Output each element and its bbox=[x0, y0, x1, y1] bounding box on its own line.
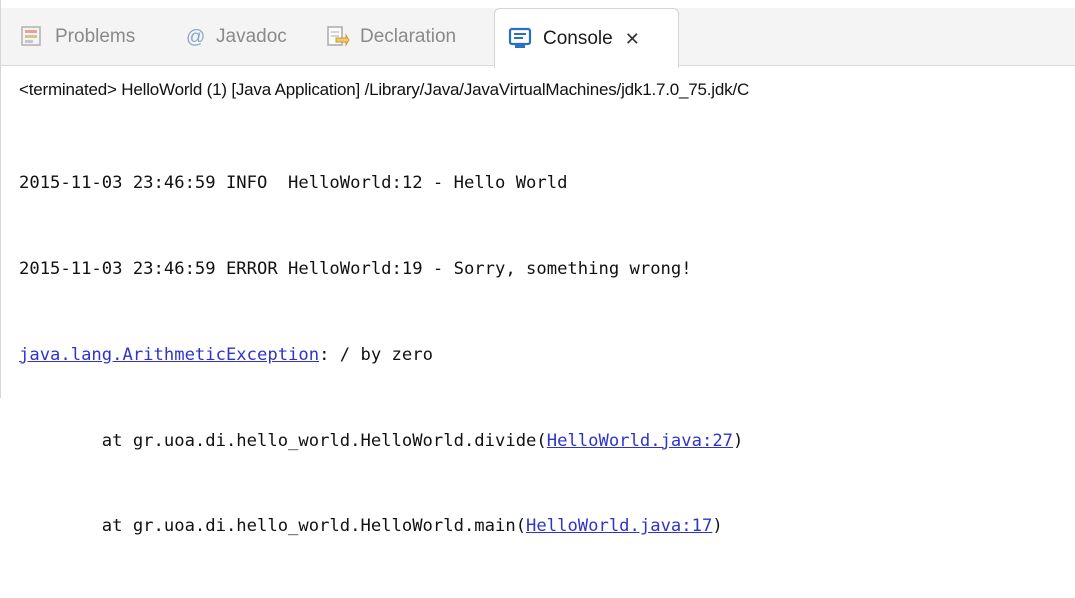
console-line: 2015-11-03 23:46:59 INFO HelloWorld:12 -… bbox=[19, 173, 568, 194]
tab-console-label: Console bbox=[543, 27, 613, 49]
tab-javadoc[interactable]: @ Javadoc bbox=[184, 8, 287, 66]
view-tab-bar: Problems @ Javadoc Declaration Console ✕ bbox=[1, 8, 1075, 68]
source-link[interactable]: HelloWorld.java:27 bbox=[547, 431, 733, 451]
close-icon[interactable]: ✕ bbox=[625, 30, 640, 48]
tab-javadoc-label: Javadoc bbox=[216, 26, 287, 47]
exception-message: : / by zero bbox=[319, 344, 433, 365]
stack-frame: at gr.uoa.di.hello_world.HelloWorld.divi… bbox=[19, 427, 744, 456]
tab-problems[interactable]: Problems bbox=[19, 8, 135, 66]
tab-problems-label: Problems bbox=[55, 26, 136, 47]
console-line: java.lang.ArithmeticException: / by zero bbox=[19, 341, 743, 370]
source-link[interactable]: HelloWorld.java:17 bbox=[526, 516, 712, 536]
tab-declaration-label: Declaration bbox=[360, 26, 457, 47]
tab-declaration[interactable]: Declaration bbox=[324, 8, 456, 66]
console-view: Problems @ Javadoc Declaration Console ✕… bbox=[0, 0, 1075, 536]
at-icon: @ bbox=[184, 24, 206, 50]
stack-frame-close: ) bbox=[712, 516, 723, 537]
problems-icon bbox=[19, 24, 45, 50]
declaration-icon bbox=[324, 24, 350, 50]
console-icon bbox=[507, 26, 533, 52]
tab-console[interactable]: Console ✕ bbox=[494, 8, 679, 68]
launch-status: <terminated> HelloWorld (1) [Java Applic… bbox=[19, 80, 750, 99]
exception-link[interactable]: java.lang.ArithmeticException bbox=[19, 345, 319, 365]
svg-text:@: @ bbox=[186, 27, 205, 48]
stack-frame-text: at gr.uoa.di.hello_world.HelloWorld.main… bbox=[19, 516, 527, 537]
stack-frame: at gr.uoa.di.hello_world.HelloWorld.main… bbox=[19, 512, 743, 541]
console-output: 2015-11-03 23:46:59 INFO HelloWorld:12 -… bbox=[19, 112, 743, 598]
console-line: 2015-11-03 23:46:59 ERROR HelloWorld:19 … bbox=[19, 258, 692, 279]
stack-frame-close: ) bbox=[733, 430, 744, 451]
stack-frame-text: at gr.uoa.di.hello_world.HelloWorld.divi… bbox=[19, 430, 547, 451]
